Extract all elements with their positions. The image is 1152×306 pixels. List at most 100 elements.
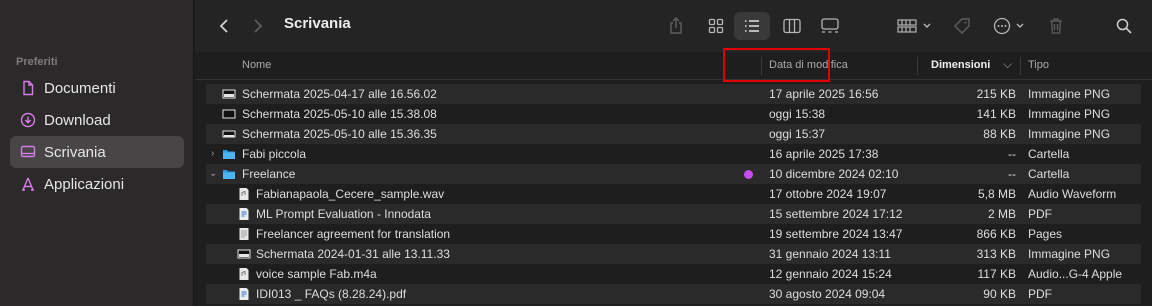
file-size: 215 KB <box>976 87 1016 101</box>
file-size: -- <box>1008 167 1016 181</box>
file-size: 2 MB <box>987 207 1016 221</box>
table-row[interactable]: Schermata 2025-05-10 alle 15.36.35 oggi … <box>206 124 1141 144</box>
file-type: Immagine PNG <box>1028 87 1111 101</box>
trash-icon <box>1050 18 1062 34</box>
grid-view-icon <box>708 18 724 34</box>
file-date: 15 settembre 2024 17:12 <box>769 207 903 221</box>
audio-file-icon <box>239 268 249 280</box>
file-size: 117 KB <box>977 267 1016 281</box>
screenshot-icon <box>222 109 236 119</box>
sidebar-item-label: Applicazioni <box>44 175 125 193</box>
file-name: Schermata 2025-05-10 alle 15.38.08 <box>242 107 437 121</box>
sidebar-item-scrivania[interactable]: Scrivania <box>10 136 184 168</box>
file-name: Freelance <box>242 167 296 181</box>
grid-view-button[interactable] <box>703 12 729 40</box>
screenshot-icon <box>222 130 236 138</box>
disclosure-chevron-right-icon[interactable]: › <box>211 148 221 160</box>
forward-button[interactable] <box>247 12 269 40</box>
column-divider[interactable] <box>1020 57 1021 75</box>
screenshot-icon <box>222 89 236 99</box>
file-name: voice sample Fab.m4a <box>256 267 377 281</box>
file-type: Immagine PNG <box>1028 247 1111 261</box>
file-date: 16 aprile 2025 17:38 <box>769 147 879 161</box>
tag-button[interactable] <box>949 12 975 40</box>
trash-button[interactable] <box>1044 12 1068 40</box>
pdf-file-icon <box>239 288 249 300</box>
document-icon <box>20 80 36 96</box>
file-name: Schermata 2025-05-10 alle 15.36.35 <box>242 127 437 141</box>
file-type: Cartella <box>1028 167 1070 181</box>
pages-file-icon <box>239 228 249 240</box>
table-row[interactable]: voice sample Fab.m4a 12 gennaio 2024 15:… <box>195 264 1152 284</box>
file-list: Schermata 2025-04-17 alle 16.56.02 17 ap… <box>195 84 1152 304</box>
file-name: Schermata 2025-04-17 alle 16.56.02 <box>242 87 437 101</box>
group-by-button[interactable] <box>895 12 935 40</box>
file-date: oggi 15:37 <box>769 127 826 141</box>
back-button[interactable] <box>213 12 235 40</box>
column-size[interactable]: Dimensioni <box>931 59 990 71</box>
table-row[interactable]: Schermata 2024-01-31 alle 13.11.33 31 ge… <box>206 244 1141 264</box>
file-name: Fabianapaola_Cecere_sample.wav <box>256 187 445 201</box>
sidebar-item-applicazioni[interactable]: Applicazioni <box>10 168 184 200</box>
more-button[interactable] <box>992 12 1030 40</box>
file-size: 313 KB <box>976 247 1016 261</box>
file-type: Audio...G-4 Apple <box>1028 267 1123 281</box>
file-date: 12 gennaio 2024 15:24 <box>769 267 892 281</box>
table-row[interactable]: ⌄ Freelance 10 dicembre 2024 02:10 -- Ca… <box>206 164 1141 184</box>
disclosure-chevron-down-icon[interactable]: ⌄ <box>209 168 219 180</box>
sidebar: Preferiti Documenti Download Scrivania A… <box>0 0 194 306</box>
table-row[interactable]: Schermata 2025-05-10 alle 15.38.08 oggi … <box>195 104 1152 124</box>
column-name[interactable]: Nome <box>242 59 271 71</box>
file-date: 19 settembre 2024 13:47 <box>769 227 903 241</box>
file-size: -- <box>1008 147 1016 161</box>
table-row[interactable]: › Fabi piccola 16 aprile 2025 17:38 -- C… <box>195 144 1152 164</box>
share-icon <box>670 17 682 34</box>
list-view-icon <box>745 20 759 32</box>
file-name: Freelancer agreement for translation <box>256 227 451 241</box>
column-header: Nome Data di modifica Dimensioni ⌵ Tipo <box>195 52 1152 80</box>
sidebar-item-label: Documenti <box>44 79 116 97</box>
file-date: 10 dicembre 2024 02:10 <box>769 167 899 181</box>
file-type: Immagine PNG <box>1028 127 1111 141</box>
column-view-icon <box>783 18 801 34</box>
sidebar-item-documenti[interactable]: Documenti <box>10 72 184 104</box>
search-button[interactable] <box>1112 12 1136 40</box>
table-row[interactable]: Freelancer agreement for translation 19 … <box>195 224 1152 244</box>
sidebar-section-favorites: Preferiti <box>16 56 58 68</box>
tag-icon <box>954 18 970 34</box>
gallery-view-button[interactable] <box>815 12 845 40</box>
folder-icon <box>223 150 235 159</box>
window-title: Scrivania <box>284 15 351 32</box>
list-view-button[interactable] <box>734 12 770 40</box>
file-date: 17 aprile 2025 16:56 <box>769 87 879 101</box>
column-view-button[interactable] <box>779 12 805 40</box>
table-row[interactable]: Fabianapaola_Cecere_sample.wav 17 ottobr… <box>195 184 1152 204</box>
file-type: PDF <box>1028 287 1052 301</box>
applications-icon <box>20 176 36 192</box>
group-icon <box>897 19 931 33</box>
table-row[interactable]: Schermata 2025-04-17 alle 16.56.02 17 ap… <box>206 84 1141 104</box>
sidebar-item-download[interactable]: Download <box>10 104 184 136</box>
file-name: IDI013 _ FAQs (8.28.24).pdf <box>256 287 407 301</box>
table-row[interactable]: ML Prompt Evaluation - Innodata 15 sette… <box>206 204 1141 224</box>
share-button[interactable] <box>665 12 687 40</box>
column-divider[interactable] <box>917 57 918 75</box>
pdf-file-icon <box>239 208 249 220</box>
audio-file-icon <box>239 188 249 200</box>
back-icon <box>219 19 228 33</box>
sidebar-item-label: Scrivania <box>44 143 106 161</box>
column-type[interactable]: Tipo <box>1028 59 1049 71</box>
table-row[interactable]: IDI013 _ FAQs (8.28.24).pdf 30 agosto 20… <box>206 284 1141 304</box>
file-date: 17 ottobre 2024 19:07 <box>769 187 887 201</box>
search-icon <box>1116 18 1132 34</box>
file-date: 30 agosto 2024 09:04 <box>769 287 886 301</box>
file-name: Schermata 2024-01-31 alle 13.11.33 <box>256 247 450 261</box>
download-icon <box>20 112 36 128</box>
file-size: 866 KB <box>976 227 1016 241</box>
file-size: 88 KB <box>983 127 1016 141</box>
file-type: Audio Waveform <box>1028 187 1117 201</box>
file-type: Pages <box>1028 227 1063 241</box>
file-type: PDF <box>1028 207 1052 221</box>
file-date: oggi 15:38 <box>769 107 826 121</box>
toolbar: Scrivania <box>195 0 1152 52</box>
